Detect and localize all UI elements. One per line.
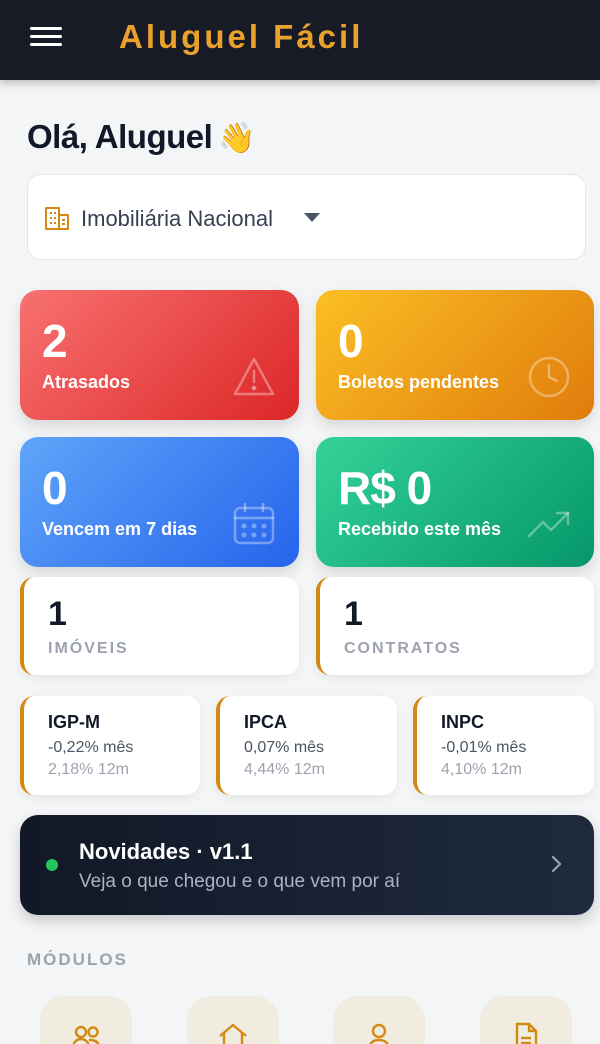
- count-label: IMÓVEIS: [48, 640, 129, 657]
- chevron-right-icon: [551, 855, 562, 873]
- stat-value: 0: [42, 462, 68, 514]
- stat-label: Atrasados: [42, 372, 131, 392]
- status-dot: [46, 859, 58, 871]
- index-month-value: -0,01% mês: [441, 739, 527, 756]
- index-12m-value: 4,10% 12m: [441, 761, 522, 778]
- greeting-text: Olá, Aluguel: [27, 118, 213, 155]
- document-icon: [515, 1022, 538, 1044]
- count-value: 1: [48, 595, 67, 633]
- greeting: Olá, Aluguel 👋: [27, 118, 256, 156]
- app-title: Aluguel Fácil: [119, 18, 364, 55]
- warning-icon: [233, 357, 275, 396]
- index-12m-value: 2,18% 12m: [48, 761, 129, 778]
- count-card-contracts[interactable]: 1 CONTRATOS: [316, 577, 594, 675]
- index-month-value: -0,22% mês: [48, 739, 134, 756]
- index-name: IPCA: [244, 712, 288, 732]
- clock-icon: [528, 356, 570, 398]
- count-value: 1: [344, 595, 363, 633]
- index-card-inpc: INPC -0,01% mês 4,10% 12m: [413, 696, 594, 795]
- index-month-value: 0,07% mês: [244, 739, 325, 756]
- building-icon: [45, 207, 69, 230]
- person-icon: [369, 1023, 389, 1044]
- index-name: INPC: [441, 712, 485, 732]
- news-title: Novidades · v1.1: [79, 839, 253, 864]
- waving-hand-icon: 👋: [218, 121, 256, 156]
- news-banner[interactable]: Novidades · v1.1 Veja o que chegou e o q…: [20, 815, 594, 915]
- hamburger-menu-icon[interactable]: [30, 25, 62, 49]
- stat-card-received-month[interactable]: R$ 0 Recebido este mês: [316, 437, 594, 567]
- users-icon: [72, 1025, 100, 1044]
- modules-heading: MÓDULOS: [27, 950, 128, 969]
- news-subtitle: Veja o que chegou e o que vem por aí: [79, 871, 401, 892]
- top-app-bar: Aluguel Fácil: [0, 0, 600, 80]
- stat-card-overdue[interactable]: 2 Atrasados: [20, 290, 299, 420]
- module-owners[interactable]: [333, 996, 425, 1044]
- house-icon: [219, 1023, 247, 1044]
- stat-label: Vencem em 7 dias: [42, 519, 198, 539]
- stat-value: 0: [338, 315, 364, 367]
- stat-value: 2: [42, 315, 68, 367]
- stat-card-due-7-days[interactable]: 0 Vencem em 7 dias: [20, 437, 299, 567]
- stat-label: Recebido este mês: [338, 519, 502, 539]
- stat-label: Boletos pendentes: [338, 372, 500, 392]
- calendar-icon: [233, 502, 275, 545]
- agency-name: Imobiliária Nacional: [81, 206, 273, 231]
- chevron-down-icon: [304, 213, 320, 222]
- stat-value: R$ 0: [338, 462, 432, 514]
- count-card-properties[interactable]: 1 IMÓVEIS: [20, 577, 299, 675]
- index-name: IGP-M: [48, 712, 100, 732]
- stat-card-pending-boletos[interactable]: 0 Boletos pendentes: [316, 290, 594, 420]
- index-card-ipca: IPCA 0,07% mês 4,44% 12m: [216, 696, 397, 795]
- agency-selector[interactable]: Imobiliária Nacional: [27, 174, 586, 260]
- index-card-igpm: IGP-M -0,22% mês 2,18% 12m: [20, 696, 200, 795]
- module-properties[interactable]: [187, 996, 279, 1044]
- count-label: CONTRATOS: [344, 640, 462, 657]
- trending-up-icon: [527, 511, 570, 538]
- module-contracts[interactable]: [480, 996, 572, 1044]
- index-12m-value: 4,44% 12m: [244, 761, 325, 778]
- module-tenants[interactable]: [40, 996, 132, 1044]
